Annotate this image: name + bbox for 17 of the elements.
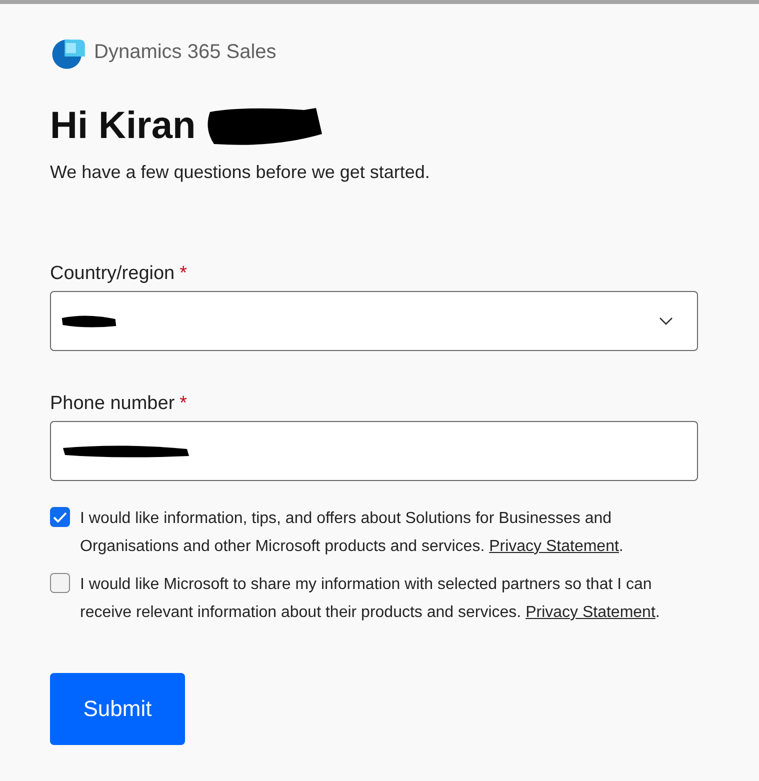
- required-mark: *: [180, 263, 188, 285]
- submit-button[interactable]: Submit: [50, 673, 185, 745]
- consent-text: I would like information, tips, and offers about Solutions for Businesses and Organisations and other Microsoft products and services. Privacy Statement.: [80, 509, 624, 557]
- privacy-statement-link[interactable]: Privacy Statement: [526, 604, 656, 621]
- consent-checkbox[interactable]: [50, 507, 70, 527]
- country-dropdown[interactable]: [50, 291, 698, 351]
- consent-text: I would like Microsoft to share my information with selected partners so that I can receive relevant information about their products and services. Privacy Statement.: [80, 575, 661, 623]
- chevron-down-icon: [659, 317, 673, 325]
- product-name: Dynamics 365 Sales: [94, 40, 276, 64]
- field-label: Country/region: [50, 263, 175, 285]
- greeting-heading: Hi Kiran: [50, 104, 196, 148]
- consent-checkbox[interactable]: [50, 573, 70, 593]
- subtitle: We have a few questions before we get started.: [50, 162, 431, 183]
- phone-input-field[interactable]: [50, 421, 698, 481]
- privacy-statement-link[interactable]: Privacy Statement: [489, 538, 619, 555]
- required-mark: *: [180, 393, 188, 415]
- field-label: Phone number: [50, 393, 175, 415]
